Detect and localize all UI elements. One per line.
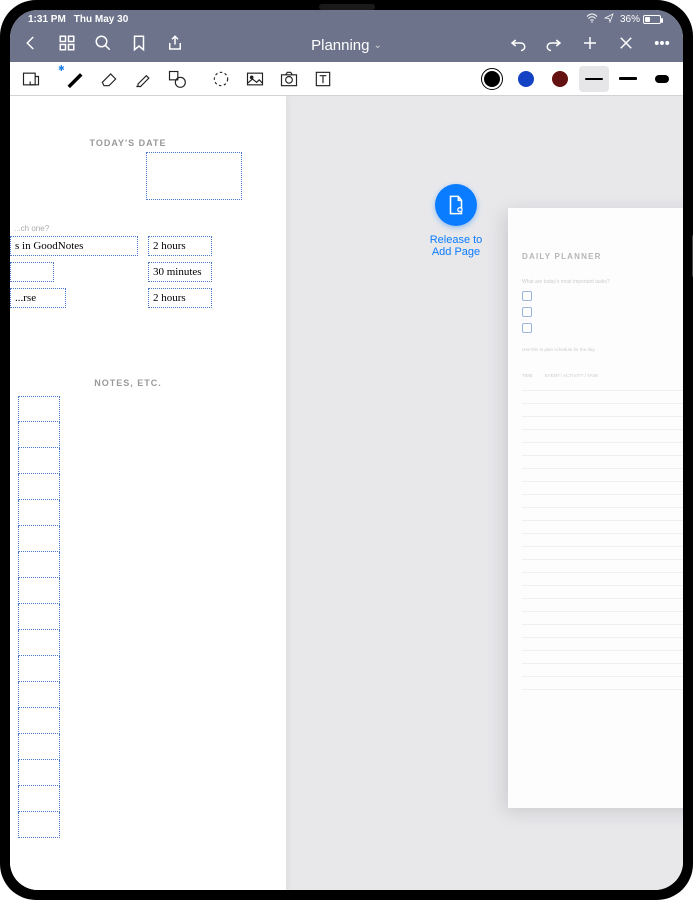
task-time-1[interactable]: 2 hours (148, 236, 212, 256)
task-text-3[interactable]: ...rse (10, 288, 66, 308)
zoom-tool[interactable] (16, 66, 46, 92)
status-date: Thu May 30 (74, 14, 128, 25)
notes-time-column[interactable] (18, 396, 60, 838)
lasso-tool[interactable] (206, 66, 236, 92)
add-page-text-2: Add Page (432, 246, 480, 258)
tool-bar: ✱ (10, 62, 683, 96)
bookmark-button[interactable] (130, 34, 148, 57)
drag-checkbox-3 (522, 323, 532, 333)
back-button[interactable] (22, 34, 40, 57)
location-icon (604, 13, 614, 26)
text-tool[interactable] (308, 66, 338, 92)
page-current[interactable]: TODAY'S DATE ...ch one? s in GoodNotes 2… (10, 96, 286, 890)
chevron-down-icon: ⌄ (374, 40, 382, 51)
undo-button[interactable] (509, 34, 527, 57)
color-red[interactable] (545, 66, 575, 92)
share-button[interactable] (166, 34, 184, 57)
stroke-thin[interactable] (579, 66, 609, 92)
document-title[interactable]: Planning ⌄ (202, 37, 491, 54)
add-page-icon (435, 184, 477, 226)
task-time-2[interactable]: 30 minutes (148, 262, 212, 282)
more-button[interactable] (653, 34, 671, 57)
eraser-tool[interactable] (94, 66, 124, 92)
image-tool[interactable] (240, 66, 270, 92)
close-edit-button[interactable] (617, 34, 635, 57)
add-button[interactable] (581, 34, 599, 57)
drag-col-time: TIME (522, 373, 533, 378)
grid-view-button[interactable] (58, 34, 76, 57)
drag-checkbox-2 (522, 307, 532, 317)
drag-col-event: EVENT / ACTIVITY / TASK (545, 373, 599, 378)
add-page-text-1: Release to (430, 234, 483, 246)
highlighter-tool[interactable] (128, 66, 158, 92)
add-page-hint: Release to Add Page (416, 184, 496, 258)
wifi-icon (586, 13, 598, 26)
date-field[interactable] (146, 152, 242, 200)
stroke-medium[interactable] (613, 66, 643, 92)
dragged-page-preview[interactable]: DAILY PLANNER What are today's most impo… (508, 208, 683, 808)
task-text-1[interactable]: s in GoodNotes (10, 236, 138, 256)
drag-title: DAILY PLANNER (522, 252, 683, 261)
shape-tool[interactable] (162, 66, 192, 92)
camera-tool[interactable] (274, 66, 304, 92)
status-time: 1:31 PM (28, 14, 66, 25)
drag-caption: Use this to plan schedule for the day. (522, 347, 683, 353)
task-prompt: ...ch one? (14, 224, 49, 233)
notes-header: NOTES, ETC. (10, 378, 246, 388)
battery-indicator: 36% (620, 14, 661, 25)
redo-button[interactable] (545, 34, 563, 57)
pen-tool[interactable]: ✱ (60, 66, 90, 92)
color-black[interactable] (477, 66, 507, 92)
nav-bar: Planning ⌄ (10, 28, 683, 62)
drag-checkbox-1 (522, 291, 532, 301)
task-time-3[interactable]: 2 hours (148, 288, 212, 308)
stroke-thick[interactable] (647, 66, 677, 92)
color-blue[interactable] (511, 66, 541, 92)
canvas-area[interactable]: TODAY'S DATE ...ch one? s in GoodNotes 2… (10, 96, 683, 890)
drag-subtitle: What are today's most important tasks? (522, 279, 683, 285)
task-text-2[interactable] (10, 262, 54, 282)
date-header: TODAY'S DATE (10, 138, 246, 148)
status-bar: 1:31 PM Thu May 30 36% (10, 10, 683, 28)
bluetooth-icon: ✱ (58, 64, 65, 73)
search-button[interactable] (94, 34, 112, 57)
battery-pct: 36% (620, 14, 640, 25)
